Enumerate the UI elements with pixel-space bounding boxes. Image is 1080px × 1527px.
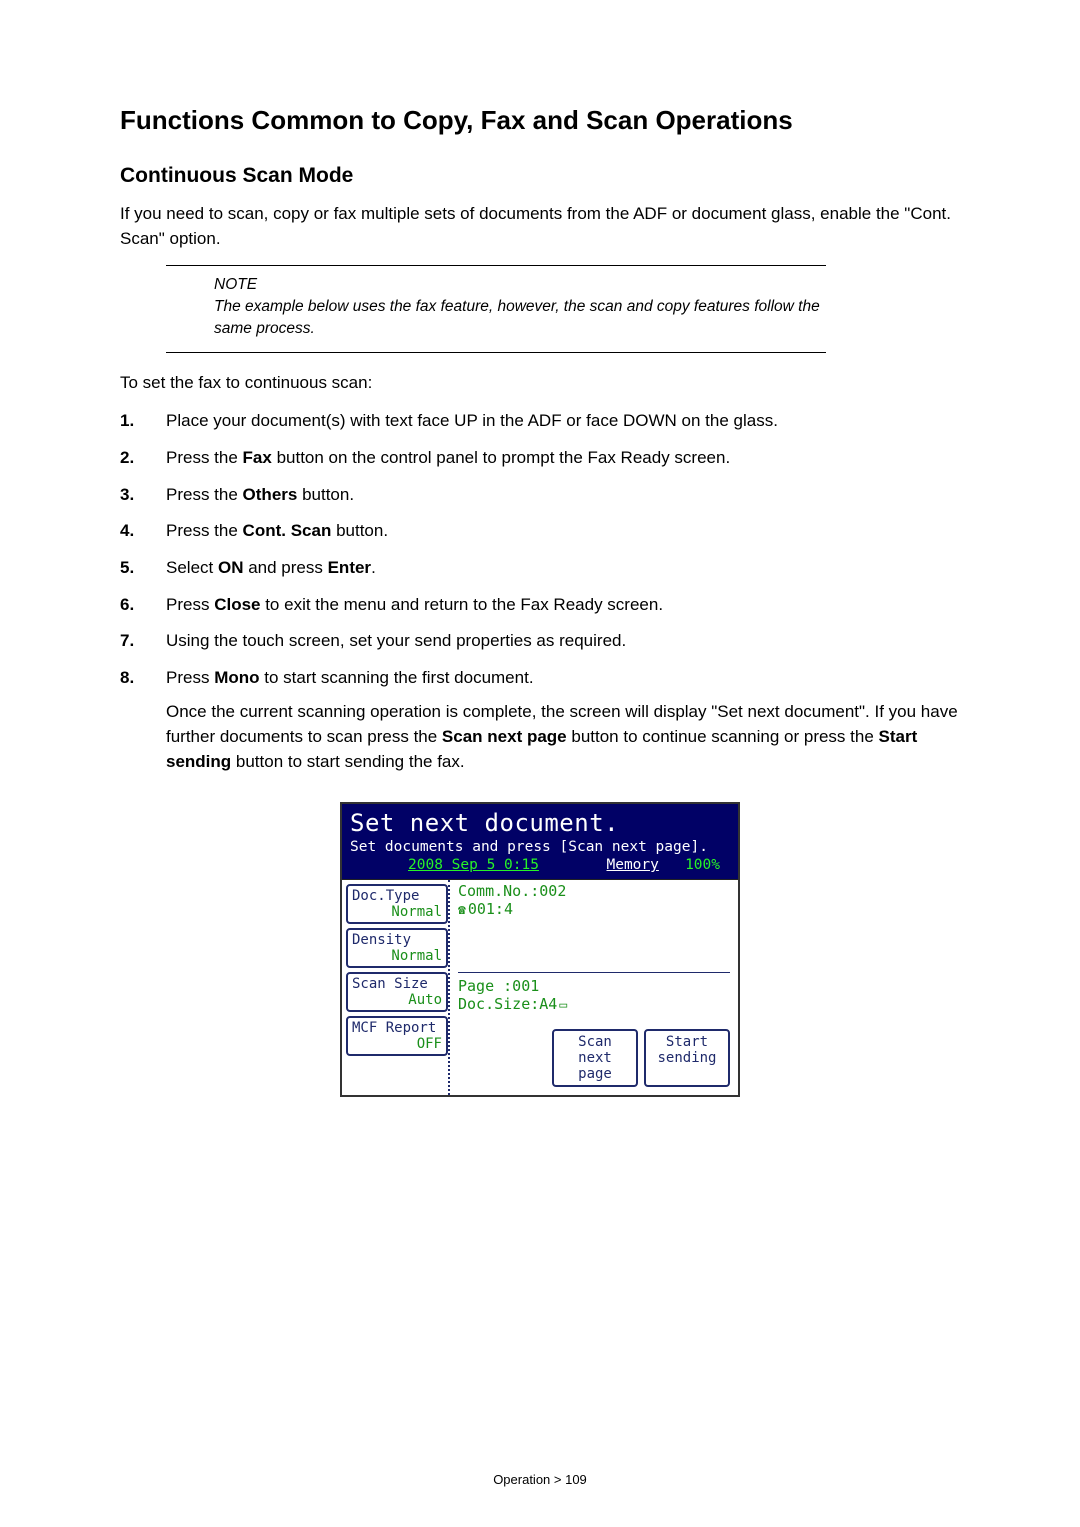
lcd-btn-value: Normal — [352, 948, 442, 964]
lcd-memory-value: 100% — [668, 857, 720, 873]
page-footer: Operation > 109 — [0, 1472, 1080, 1487]
step-bold: Cont. Scan — [243, 521, 332, 540]
step-text: button to start sending the fax. — [231, 752, 464, 771]
step-bold: Fax — [243, 448, 272, 467]
lcd-btn-label: Doc.Type — [352, 888, 442, 904]
step-text: to exit the menu and return to the Fax R… — [260, 595, 663, 614]
lcd-action-line1: Scan — [562, 1034, 628, 1050]
step-bold: ON — [218, 558, 244, 577]
lcd-title: Set next document. — [350, 808, 730, 838]
step-bold: Close — [214, 595, 260, 614]
step-text: . — [371, 558, 376, 577]
step-5: Select ON and press Enter. — [120, 556, 960, 581]
subsection-title: Continuous Scan Mode — [120, 164, 960, 188]
step-text: Press the — [166, 485, 243, 504]
step-text: button. — [331, 521, 388, 540]
lcd-dialed: 001:4 — [458, 900, 730, 919]
lcd-docsize: Doc.Size:A4 — [458, 995, 730, 1014]
lcd-btn-label: MCF Report — [352, 1020, 442, 1036]
lcd-action-line1: Start — [654, 1034, 720, 1050]
lcd-action-scan-next-page[interactable]: Scan next page — [552, 1029, 638, 1087]
lcd-action-start-sending[interactable]: Start sending — [644, 1029, 730, 1087]
note-text: The example below uses the fax feature, … — [214, 296, 826, 339]
note-label: NOTE — [214, 276, 826, 294]
step-6: Press Close to exit the menu and return … — [120, 593, 960, 618]
lead-in-text: To set the fax to continuous scan: — [120, 371, 960, 396]
step-text: Press — [166, 595, 214, 614]
note-block: NOTE The example below uses the fax feat… — [166, 265, 826, 352]
lcd-comm-no: Comm.No.:002 — [458, 882, 730, 901]
lcd-page: Page :001 — [458, 977, 730, 996]
step-followup: Once the current scanning operation is c… — [166, 700, 960, 774]
lcd-memory-label: Memory — [606, 857, 658, 873]
lcd-action-line2: sending — [654, 1050, 720, 1066]
step-bold: Enter — [328, 558, 371, 577]
lcd-datetime: 2008 Sep 5 0:15 — [408, 856, 539, 874]
step-4: Press the Cont. Scan button. — [120, 519, 960, 544]
step-1: Place your document(s) with text face UP… — [120, 409, 960, 434]
step-text: button to continue scanning or press the — [567, 727, 879, 746]
step-7: Using the touch screen, set your send pr… — [120, 629, 960, 654]
step-text: Select — [166, 558, 218, 577]
lcd-btn-value: Auto — [352, 992, 442, 1008]
step-text: button on the control panel to prompt th… — [272, 448, 730, 467]
lcd-btn-value: Normal — [352, 904, 442, 920]
lcd-btn-mcfreport[interactable]: MCF Report OFF — [346, 1016, 448, 1056]
intro-paragraph: If you need to scan, copy or fax multipl… — [120, 202, 960, 251]
section-title: Functions Common to Copy, Fax and Scan O… — [120, 105, 960, 136]
step-text: Press — [166, 668, 214, 687]
step-text: button. — [297, 485, 354, 504]
lcd-screenshot: Set next document. Set documents and pre… — [340, 802, 740, 1097]
step-3: Press the Others button. — [120, 483, 960, 508]
steps-list: Place your document(s) with text face UP… — [120, 409, 960, 774]
step-text: Place your document(s) with text face UP… — [166, 411, 778, 430]
lcd-btn-scansize[interactable]: Scan Size Auto — [346, 972, 448, 1012]
step-bold: Others — [243, 485, 298, 504]
phone-icon — [458, 900, 468, 918]
step-text: Press the — [166, 521, 243, 540]
lcd-action-line2: next page — [562, 1050, 628, 1082]
lcd-side-buttons: Doc.Type Normal Density Normal Scan Size… — [342, 880, 450, 1095]
step-8: Press Mono to start scanning the first d… — [120, 666, 960, 775]
lcd-btn-doctype[interactable]: Doc.Type Normal — [346, 884, 448, 924]
lcd-btn-value: OFF — [352, 1036, 442, 1052]
step-bold: Scan next page — [442, 727, 567, 746]
lcd-subtitle: Set documents and press [Scan next page]… — [350, 838, 730, 856]
step-2: Press the Fax button on the control pane… — [120, 446, 960, 471]
step-text: Using the touch screen, set your send pr… — [166, 631, 626, 650]
lcd-btn-label: Density — [352, 932, 442, 948]
lcd-btn-density[interactable]: Density Normal — [346, 928, 448, 968]
step-bold: Mono — [214, 668, 259, 687]
step-text: and press — [243, 558, 327, 577]
step-text: to start scanning the first document. — [260, 668, 534, 687]
lcd-btn-label: Scan Size — [352, 976, 442, 992]
page-icon — [557, 995, 567, 1013]
step-text: Press the — [166, 448, 243, 467]
